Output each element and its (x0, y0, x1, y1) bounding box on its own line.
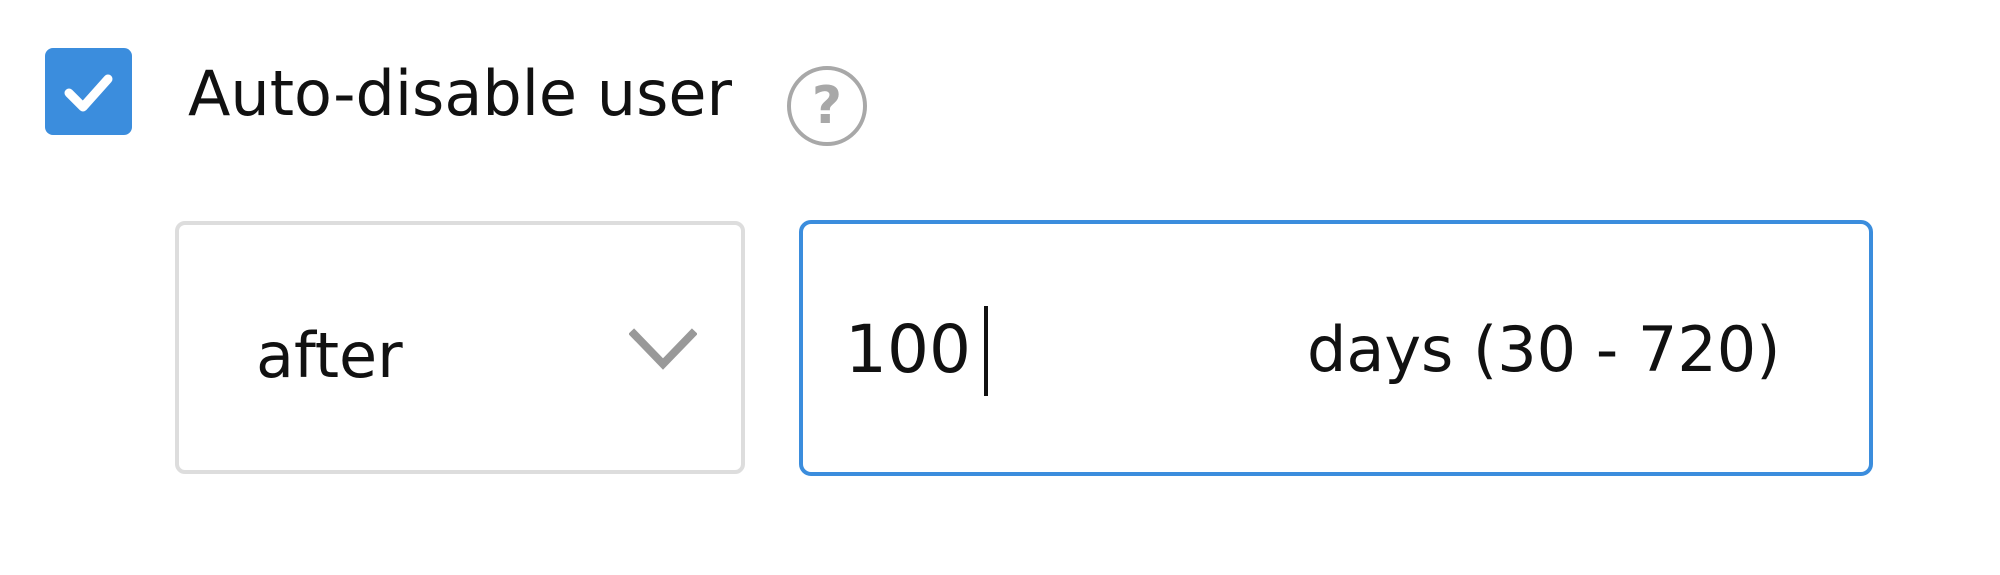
auto-disable-label: Auto-disable user (188, 57, 733, 130)
days-input-value: 100 (845, 311, 971, 388)
days-range-label: days (30 - 720) (1307, 313, 1781, 386)
help-circle-icon[interactable]: ? (787, 66, 867, 146)
auto-disable-setting: Auto-disable user ? after 100 days (30 -… (0, 0, 2000, 575)
checkmark-icon (64, 74, 113, 112)
days-input[interactable]: 100 days (30 - 720) (799, 220, 1873, 476)
timing-select[interactable]: after (175, 221, 745, 474)
text-cursor (984, 306, 988, 396)
auto-disable-checkbox[interactable] (45, 48, 132, 135)
chevron-down-icon (629, 328, 697, 370)
timing-select-value: after (256, 319, 403, 392)
